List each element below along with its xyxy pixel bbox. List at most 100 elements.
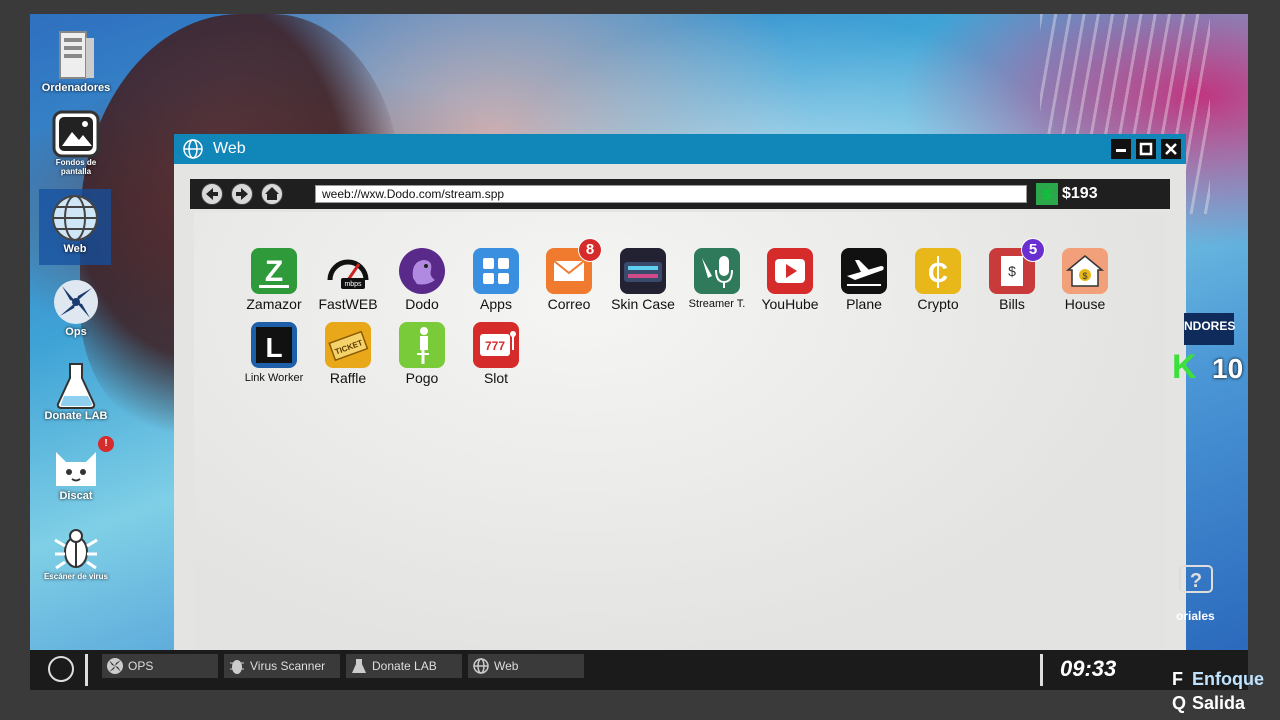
task-web[interactable]: Web — [468, 654, 584, 678]
start-button[interactable] — [48, 656, 74, 682]
forward-button[interactable] — [231, 183, 253, 205]
svg-text:$: $ — [1008, 263, 1016, 279]
apps-grid-icon — [473, 248, 519, 294]
browser-toolbar: weeb://wxw.Dodo.com/stream.spp $ $193 — [190, 179, 1170, 209]
task-donate-lab[interactable]: Donate LAB — [346, 654, 462, 678]
desktop-icon-wallpapers[interactable]: Fondos de pantalla — [40, 110, 112, 182]
app-raffle[interactable]: TICKET Raffle — [311, 322, 385, 386]
microphone-icon — [694, 248, 740, 294]
k-value: 10 — [1212, 353, 1244, 384]
ops-icon — [54, 280, 98, 324]
desktop-icon-label: Ordenadores — [41, 82, 111, 94]
vendors-widget[interactable]: NDORES — [1184, 313, 1235, 345]
money-icon: $ — [1036, 183, 1058, 205]
taskbar-divider — [85, 654, 88, 686]
tutorials-label: oriales — [1176, 609, 1215, 623]
app-label: Link Worker — [244, 372, 304, 384]
close-button[interactable] — [1161, 139, 1181, 159]
skin-case-icon — [620, 248, 666, 294]
app-skin-case[interactable]: Skin Case — [606, 248, 680, 312]
app-label: Bills — [999, 296, 1025, 312]
computer-icon — [59, 31, 94, 79]
task-virus-scanner[interactable]: Virus Scanner — [224, 654, 340, 678]
pogo-icon — [399, 322, 445, 368]
desktop-icon-computers[interactable]: Ordenadores — [40, 30, 112, 100]
desktop-icon-ops[interactable]: Ops — [40, 278, 112, 348]
app-link-worker[interactable]: L Link Worker — [237, 322, 311, 384]
app-zamazor[interactable]: Z Zamazor — [237, 248, 311, 312]
svg-text:777: 777 — [485, 339, 505, 353]
minimize-icon — [1116, 149, 1126, 152]
desktop-icon-web[interactable]: Web — [39, 189, 111, 265]
hint-key: F — [1172, 669, 1183, 689]
tutorials-widget[interactable]: ? oriales — [1176, 562, 1236, 623]
svg-text:L: L — [265, 332, 282, 363]
desktop-icon-label: Ops — [65, 326, 87, 338]
app-label: Dodo — [405, 296, 439, 312]
app-pogo[interactable]: Pogo — [385, 322, 459, 386]
task-label: Donate LAB — [372, 659, 437, 673]
app-label: FastWEB — [318, 296, 378, 312]
svg-text:Z: Z — [265, 255, 283, 288]
window-title: Web — [213, 140, 246, 157]
app-label: Slot — [483, 370, 509, 386]
maximize-button[interactable] — [1136, 139, 1156, 159]
app-label: Skin Case — [611, 296, 675, 312]
arrow-left-icon — [206, 188, 218, 200]
notification-badge: 5 — [1021, 238, 1045, 262]
crypto-icon: C — [915, 248, 961, 294]
web-window: Web weeb://wxw.Dodo.com/stream.spp $ $19… — [174, 134, 1186, 662]
task-ops[interactable]: OPS — [102, 654, 218, 678]
app-fastweb[interactable]: mbps FastWEB — [311, 248, 385, 312]
app-label: Plane — [846, 296, 882, 312]
desktop-icon-label: Escáner de virus — [43, 572, 109, 581]
flask-icon — [56, 363, 96, 409]
hint-label: Salida — [1192, 693, 1246, 713]
window-titlebar[interactable]: Web — [174, 134, 1186, 164]
app-plane[interactable]: Plane — [827, 248, 901, 312]
app-label: Zamazor — [246, 296, 302, 312]
cat-icon — [56, 452, 96, 486]
slot-icon: 777 — [473, 322, 519, 368]
speedometer-icon: mbps — [325, 248, 371, 294]
globe-icon — [473, 658, 489, 674]
taskbar: OPS Virus Scanner Donate LAB Web 09:33 — [30, 650, 1248, 690]
hint-exit: Q Salida — [1172, 691, 1264, 715]
url-bar[interactable]: weeb://wxw.Dodo.com/stream.spp — [315, 185, 1027, 203]
app-youhube[interactable]: YouHube — [753, 248, 827, 312]
task-label: Web — [494, 659, 519, 673]
svg-text:mbps: mbps — [344, 281, 362, 288]
app-crypto[interactable]: C Crypto — [901, 248, 975, 312]
app-house[interactable]: $ House — [1048, 248, 1122, 312]
home-button[interactable] — [261, 183, 283, 205]
app-dodo[interactable]: Dodo — [385, 248, 459, 312]
desktop-icon-discat[interactable]: ! Discat — [40, 436, 114, 514]
task-label: OPS — [128, 659, 154, 673]
close-icon — [1165, 143, 1177, 155]
back-button[interactable] — [201, 183, 223, 205]
clock: 09:33 — [1060, 656, 1117, 681]
bug-icon — [54, 529, 98, 570]
svg-text:?: ? — [1190, 570, 1202, 592]
hint-focus: F Enfoque — [1172, 667, 1264, 691]
app-apps[interactable]: Apps — [459, 248, 533, 312]
desktop-icon-label: Web — [63, 243, 87, 255]
app-bills[interactable]: $ 5 Bills — [975, 238, 1049, 312]
hint-label: Enfoque — [1192, 669, 1264, 689]
app-label: Correo — [547, 296, 591, 312]
bug-icon — [230, 660, 244, 674]
app-slot[interactable]: 777 Slot — [459, 322, 533, 386]
ticket-icon: TICKET — [325, 322, 371, 368]
minimize-button[interactable] — [1111, 139, 1131, 159]
app-label: House — [1064, 296, 1106, 312]
desktop-icon-virus-scanner[interactable]: Escáner de virus — [40, 524, 112, 596]
app-streamer-tools[interactable]: Streamer T. — [680, 248, 754, 310]
plane-icon — [841, 248, 887, 294]
app-correo[interactable]: 8 Correo — [532, 238, 606, 312]
k-counter: K 10 — [1172, 350, 1250, 386]
desktop-icon-donate-lab[interactable]: Donate LAB — [40, 360, 112, 430]
arrow-right-icon — [236, 188, 248, 200]
app-label: Crypto — [917, 296, 959, 312]
bills-icon: $ 5 — [989, 238, 1045, 294]
app-label: Apps — [480, 296, 512, 312]
